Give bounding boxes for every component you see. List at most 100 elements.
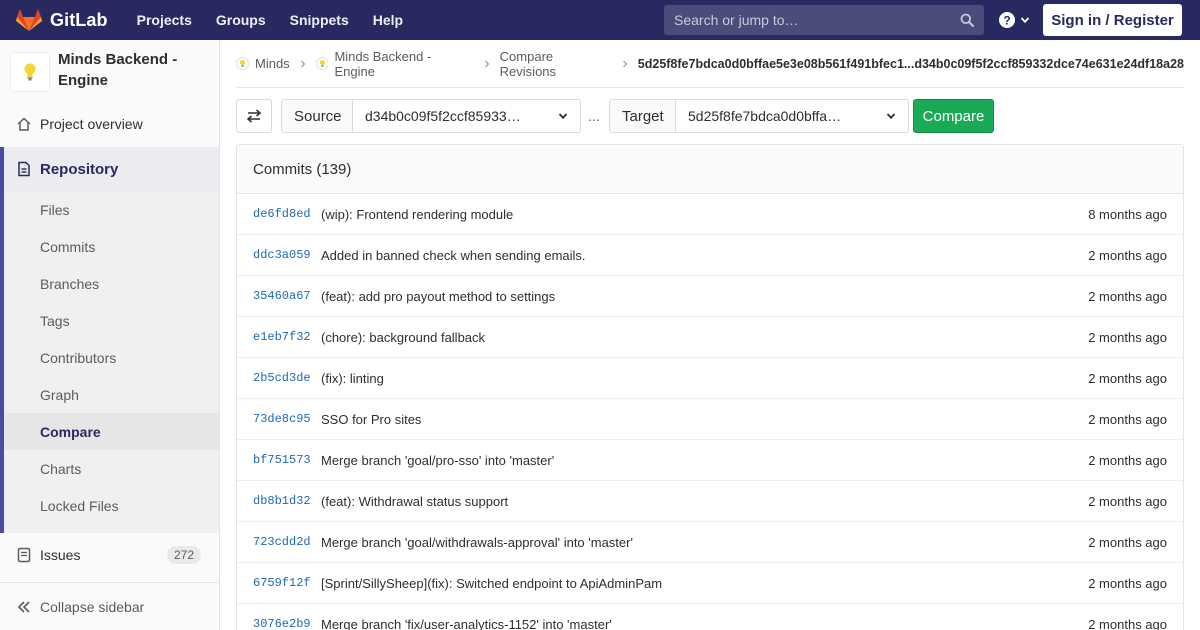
sidebar-subitem-graph[interactable]: Graph xyxy=(4,376,219,413)
issues-count-badge: 272 xyxy=(166,546,201,564)
commit-sha-link[interactable]: 723cdd2d xyxy=(253,535,321,549)
target-revision-group: Target 5d25f8fe7bdca0d0bffa… xyxy=(609,99,909,133)
nav-projects[interactable]: Projects xyxy=(128,0,204,40)
source-revision-group: Source d34b0c09f5f2ccf85933… xyxy=(281,99,581,133)
commit-message-link[interactable]: (feat): add pro payout method to setting… xyxy=(321,289,1088,304)
commit-sha-link[interactable]: db8b1d32 xyxy=(253,494,321,508)
commit-sha-link[interactable]: 3076e2b9 xyxy=(253,617,321,630)
lightbulb-icon xyxy=(315,57,329,70)
commit-sha-link[interactable]: 6759f12f xyxy=(253,576,321,590)
collapse-sidebar-button[interactable]: Collapse sidebar xyxy=(0,582,219,630)
commit-row: bf751573 Merge branch 'goal/pro-sso' int… xyxy=(237,440,1183,481)
sidebar-subitem-compare[interactable]: Compare xyxy=(4,413,219,450)
project-avatar xyxy=(10,52,50,92)
sidebar-item-label: Repository xyxy=(40,160,119,178)
commit-sha-link[interactable]: de6fd8ed xyxy=(253,207,321,221)
gitlab-brand-link[interactable]: GitLab xyxy=(16,0,108,40)
brand-name: GitLab xyxy=(50,9,108,30)
sidebar-subitem-locked-files[interactable]: Locked Files xyxy=(4,487,219,524)
double-chevron-left-icon xyxy=(17,600,30,613)
commit-sha-link[interactable]: 35460a67 xyxy=(253,289,321,303)
search-box xyxy=(664,5,984,35)
commit-time: 2 months ago xyxy=(1088,411,1167,427)
commit-message-link[interactable]: [Sprint/SillySheep](fix): Switched endpo… xyxy=(321,576,1088,591)
nav-snippets[interactable]: Snippets xyxy=(278,0,361,40)
commit-time: 8 months ago xyxy=(1088,206,1167,222)
commit-message-link[interactable]: Merge branch 'goal/pro-sso' into 'master… xyxy=(321,453,1088,468)
nav-links: Projects Groups Snippets Help xyxy=(128,0,416,40)
commit-row: 73de8c95 SSO for Pro sites 2 months ago xyxy=(237,399,1183,440)
nav-groups[interactable]: Groups xyxy=(204,0,278,40)
chevron-right-icon xyxy=(484,60,490,67)
commit-sha-link[interactable]: bf751573 xyxy=(253,453,321,467)
help-dropdown[interactable]: ? xyxy=(998,10,1030,30)
commit-sha-link[interactable]: 2b5cd3de xyxy=(253,371,321,385)
project-header[interactable]: Minds Backend - Engine xyxy=(0,40,219,102)
top-navbar: GitLab Projects Groups Snippets Help ? S… xyxy=(0,0,1200,40)
swap-revisions-button[interactable] xyxy=(236,99,272,133)
sidebar-item-label: Project overview xyxy=(40,116,143,132)
sidebar-item-repository[interactable]: Repository xyxy=(4,147,219,191)
commit-time: 2 months ago xyxy=(1088,288,1167,304)
commit-message-link[interactable]: Added in banned check when sending email… xyxy=(321,248,1088,263)
doc-text-icon xyxy=(18,161,30,177)
source-label: Source xyxy=(282,100,353,132)
breadcrumb-item-minds[interactable]: Minds xyxy=(236,56,290,71)
commit-time: 2 months ago xyxy=(1088,247,1167,263)
commit-time: 2 months ago xyxy=(1088,534,1167,550)
commit-time: 2 months ago xyxy=(1088,370,1167,386)
sidebar-subitem-files[interactable]: Files xyxy=(4,191,219,228)
commit-row: 6759f12f [Sprint/SillySheep](fix): Switc… xyxy=(237,563,1183,604)
gitlab-tanuki-icon xyxy=(16,9,42,31)
sidebar-subitem-contributors[interactable]: Contributors xyxy=(4,339,219,376)
commit-message-link[interactable]: Merge branch 'goal/withdrawals-approval'… xyxy=(321,535,1088,550)
chevron-down-icon xyxy=(1020,17,1030,24)
commit-time: 2 months ago xyxy=(1088,575,1167,591)
repository-section: Repository Files Commits Branches Tags C… xyxy=(0,147,219,533)
commit-message-link[interactable]: (chore): background fallback xyxy=(321,330,1088,345)
commit-time: 2 months ago xyxy=(1088,452,1167,468)
issues-icon xyxy=(17,547,31,563)
commit-sha-link[interactable]: ddc3a059 xyxy=(253,248,321,262)
collapse-sidebar-label: Collapse sidebar xyxy=(40,598,145,615)
commit-sha-link[interactable]: e1eb7f32 xyxy=(253,330,321,344)
breadcrumb: Minds Minds Backend - Engine Compare Rev… xyxy=(236,40,1184,88)
commit-sha-link[interactable]: 73de8c95 xyxy=(253,412,321,426)
search-icon[interactable] xyxy=(960,13,974,27)
sidebar-item-project-overview[interactable]: Project overview xyxy=(0,106,219,142)
commit-time: 2 months ago xyxy=(1088,493,1167,509)
revision-separator: ... xyxy=(588,108,600,124)
search-input[interactable] xyxy=(664,6,944,34)
chevron-right-icon xyxy=(622,60,628,67)
sign-in-register-button[interactable]: Sign in / Register xyxy=(1043,4,1182,36)
commits-header: Commits (139) xyxy=(237,145,1183,194)
svg-text:?: ? xyxy=(1003,13,1010,27)
commit-row: ddc3a059 Added in banned check when send… xyxy=(237,235,1183,276)
target-revision-value: 5d25f8fe7bdca0d0bffa… xyxy=(688,108,842,124)
source-revision-dropdown[interactable]: d34b0c09f5f2ccf85933… xyxy=(353,100,580,132)
target-revision-dropdown[interactable]: 5d25f8fe7bdca0d0bffa… xyxy=(676,100,908,132)
source-revision-value: d34b0c09f5f2ccf85933… xyxy=(365,108,521,124)
commit-message-link[interactable]: (fix): linting xyxy=(321,371,1088,386)
chevron-down-icon xyxy=(886,113,896,120)
commit-message-link[interactable]: (wip): Frontend rendering module xyxy=(321,207,1088,222)
breadcrumb-item-project[interactable]: Minds Backend - Engine xyxy=(315,49,474,79)
nav-help[interactable]: Help xyxy=(361,0,415,40)
commit-row: 3076e2b9 Merge branch 'fix/user-analytic… xyxy=(237,604,1183,630)
sidebar-subitem-commits[interactable]: Commits xyxy=(4,228,219,265)
lightbulb-icon xyxy=(24,63,36,81)
swap-arrows-icon xyxy=(246,109,262,123)
breadcrumb-current: 5d25f8fe7bdca0d0bffae5e3e08b561f491bfec1… xyxy=(637,56,1184,71)
breadcrumb-item-compare-revisions[interactable]: Compare Revisions xyxy=(500,49,612,79)
project-name: Minds Backend - Engine xyxy=(58,51,178,89)
commit-message-link[interactable]: SSO for Pro sites xyxy=(321,412,1088,427)
sidebar: Minds Backend - Engine Project overview … xyxy=(0,40,220,630)
sidebar-subitem-branches[interactable]: Branches xyxy=(4,265,219,302)
sidebar-item-issues[interactable]: Issues 272 xyxy=(0,537,219,573)
commit-message-link[interactable]: Merge branch 'fix/user-analytics-1152' i… xyxy=(321,617,1088,630)
commit-time: 2 months ago xyxy=(1088,329,1167,345)
sidebar-subitem-charts[interactable]: Charts xyxy=(4,450,219,487)
commit-message-link[interactable]: (feat): Withdrawal status support xyxy=(321,494,1088,509)
sidebar-subitem-tags[interactable]: Tags xyxy=(4,302,219,339)
compare-button[interactable]: Compare xyxy=(913,99,994,133)
